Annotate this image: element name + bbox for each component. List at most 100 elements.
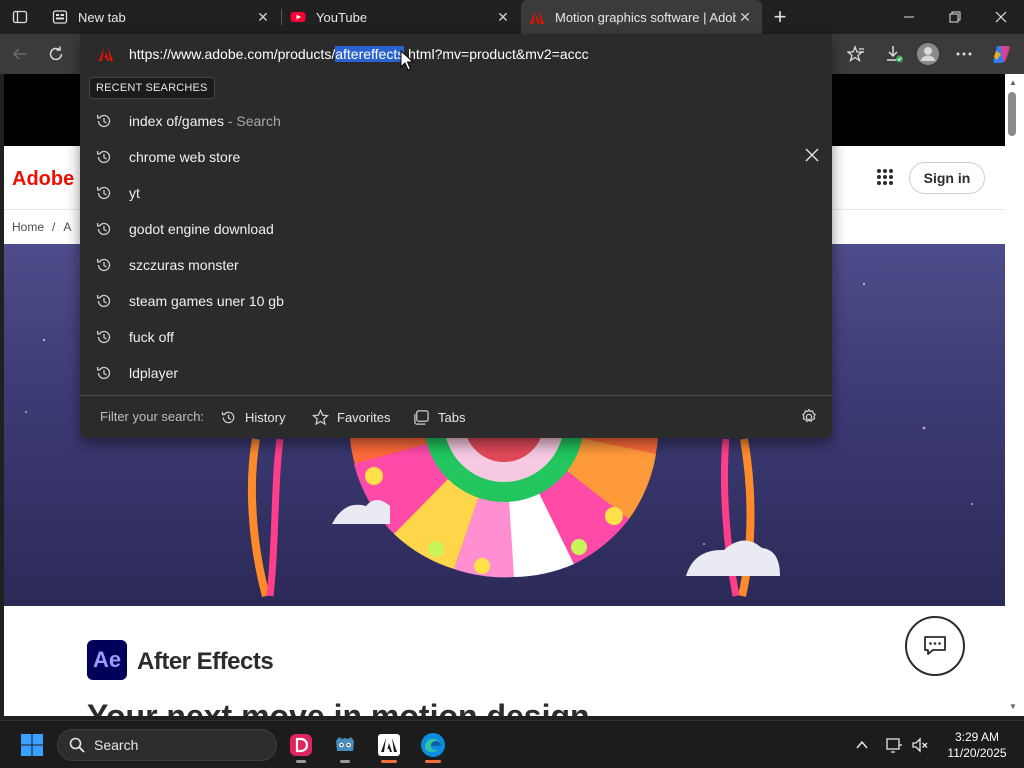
taskbar-app-godot[interactable] bbox=[327, 727, 363, 763]
apps-grid-icon[interactable] bbox=[876, 168, 894, 186]
running-indicator bbox=[296, 760, 306, 763]
suggestion-item[interactable]: chrome web store bbox=[80, 139, 832, 175]
suggestion-suffix: - Search bbox=[223, 113, 281, 129]
running-indicator bbox=[340, 760, 350, 763]
scroll-down-arrow-icon[interactable]: ▼ bbox=[1007, 702, 1019, 712]
taskbar-app-edge[interactable] bbox=[415, 727, 451, 763]
suggestion-item[interactable]: ldplayer bbox=[80, 355, 832, 391]
address-bar[interactable]: https://www.adobe.com/products/aftereffe… bbox=[80, 34, 832, 74]
screen: New tab ✕ YouTube ✕ Motion graphics soft… bbox=[0, 0, 1024, 768]
chevron-up-icon bbox=[856, 740, 868, 749]
page-headline: Your next move in motion design bbox=[87, 698, 590, 716]
url-prefix: https://www.adobe.com/products/ bbox=[129, 46, 336, 62]
settings-menu-button[interactable] bbox=[950, 40, 978, 68]
history-icon bbox=[96, 294, 111, 308]
scroll-up-arrow-icon[interactable]: ▲ bbox=[1007, 78, 1019, 88]
tray-overflow-button[interactable] bbox=[852, 735, 872, 755]
tabs-icon bbox=[414, 409, 429, 425]
back-button[interactable] bbox=[6, 40, 34, 68]
more-horizontal-icon bbox=[956, 52, 972, 56]
new-tab-button[interactable]: + bbox=[768, 4, 792, 29]
minimize-button[interactable] bbox=[886, 0, 932, 34]
taskbar-app-adobe[interactable] bbox=[371, 727, 407, 763]
close-window-button[interactable] bbox=[978, 0, 1024, 34]
tab-strip: New tab ✕ YouTube ✕ Motion graphics soft… bbox=[0, 0, 1024, 34]
youtube-icon bbox=[290, 9, 306, 25]
close-tab-icon[interactable]: ✕ bbox=[736, 8, 754, 26]
favorites-button[interactable] bbox=[842, 40, 870, 68]
history-icon bbox=[96, 114, 111, 128]
adobe-logo[interactable]: Adobe bbox=[12, 168, 74, 191]
tab-youtube[interactable]: YouTube ✕ bbox=[282, 0, 520, 34]
close-tab-icon[interactable]: ✕ bbox=[494, 8, 512, 26]
history-icon bbox=[96, 258, 111, 272]
taskbar-clock[interactable]: 3:29 AM 11/20/2025 bbox=[932, 729, 1022, 761]
tray-volume-button[interactable] bbox=[910, 735, 930, 755]
filter-label: Filter your search: bbox=[100, 409, 205, 424]
copilot-button[interactable] bbox=[988, 40, 1016, 68]
new-tab-icon bbox=[52, 9, 68, 25]
suggestion-text: fuck off bbox=[129, 329, 174, 345]
breadcrumb-home[interactable]: Home bbox=[12, 220, 44, 234]
suggestion-item[interactable]: index of/games - Search bbox=[80, 103, 832, 139]
filter-tabs-label: Tabs bbox=[438, 409, 466, 425]
tab-adobe[interactable]: Motion graphics software | Adobe ✕ bbox=[521, 0, 762, 34]
search-filter-bar: Filter your search: History Favorites Ta… bbox=[80, 396, 832, 438]
suggestion-item[interactable]: szczuras monster bbox=[80, 247, 832, 283]
filter-history-button[interactable]: History bbox=[220, 406, 285, 428]
history-icon bbox=[96, 222, 111, 236]
sign-in-button[interactable]: Sign in bbox=[909, 162, 985, 194]
favorites-star-icon bbox=[847, 45, 864, 63]
clock-time: 3:29 AM bbox=[954, 730, 1000, 744]
clock-date: 11/20/2025 bbox=[947, 746, 1007, 760]
suggestion-item[interactable]: yt bbox=[80, 175, 832, 211]
tab-title: YouTube bbox=[316, 9, 368, 25]
url-selected-text: aftereffects bbox=[335, 46, 405, 62]
taskbar-search-box[interactable]: Search bbox=[57, 729, 277, 761]
tab-actions-button[interactable] bbox=[6, 5, 34, 29]
gear-icon[interactable] bbox=[800, 408, 818, 426]
suggestion-text: yt bbox=[129, 185, 140, 201]
restore-button[interactable] bbox=[932, 0, 978, 34]
download-icon bbox=[887, 46, 903, 63]
suggestion-item[interactable]: fuck off bbox=[80, 319, 832, 355]
avatar bbox=[917, 43, 939, 65]
profile-button[interactable] bbox=[914, 40, 942, 68]
taskbar-search-label: Search bbox=[94, 737, 139, 753]
refresh-button[interactable] bbox=[42, 40, 70, 68]
remove-suggestion-icon[interactable] bbox=[804, 147, 820, 163]
tray-network-button[interactable] bbox=[884, 735, 904, 755]
breadcrumb-item[interactable]: A bbox=[63, 220, 71, 234]
close-icon bbox=[995, 11, 1007, 23]
tab-new-tab[interactable]: New tab ✕ bbox=[44, 0, 280, 34]
tab-title: Motion graphics software | Adobe bbox=[555, 9, 736, 25]
address-text[interactable]: https://www.adobe.com/products/aftereffe… bbox=[129, 46, 589, 62]
page-scrollbar[interactable] bbox=[1005, 74, 1024, 716]
chat-icon bbox=[924, 636, 946, 655]
chat-button[interactable] bbox=[905, 616, 965, 676]
taskbar-app-davinci[interactable] bbox=[283, 727, 319, 763]
scrollbar-thumb[interactable] bbox=[1008, 92, 1016, 136]
suggestion-text: ldplayer bbox=[129, 365, 179, 381]
windows-start-icon[interactable] bbox=[20, 733, 44, 757]
suggestion-item[interactable]: steam games uner 10 gb bbox=[80, 283, 832, 319]
history-icon bbox=[96, 366, 111, 380]
close-tab-icon[interactable]: ✕ bbox=[254, 8, 272, 26]
tab-actions-icon bbox=[12, 10, 28, 24]
filter-favorites-label: Favorites bbox=[337, 409, 391, 425]
filter-tabs-button[interactable]: Tabs bbox=[413, 406, 465, 428]
suggestion-item[interactable]: godot engine download bbox=[80, 211, 832, 247]
suggestion-text: godot engine download bbox=[129, 221, 274, 237]
app-d-icon bbox=[290, 734, 312, 756]
windows-taskbar: Search 3:29 AM 11/20/2025 bbox=[0, 720, 1024, 768]
mouse-cursor-icon bbox=[400, 50, 414, 71]
filter-favorites-button[interactable]: Favorites bbox=[312, 406, 390, 428]
downloads-button[interactable] bbox=[880, 40, 908, 68]
refresh-icon bbox=[49, 46, 63, 61]
restore-icon bbox=[949, 11, 961, 23]
display-icon bbox=[886, 738, 902, 753]
godot-icon bbox=[336, 737, 354, 751]
running-indicator bbox=[381, 760, 397, 763]
url-suffix: .html?mv=product&mv2=accc bbox=[404, 46, 589, 62]
search-icon bbox=[69, 737, 85, 753]
